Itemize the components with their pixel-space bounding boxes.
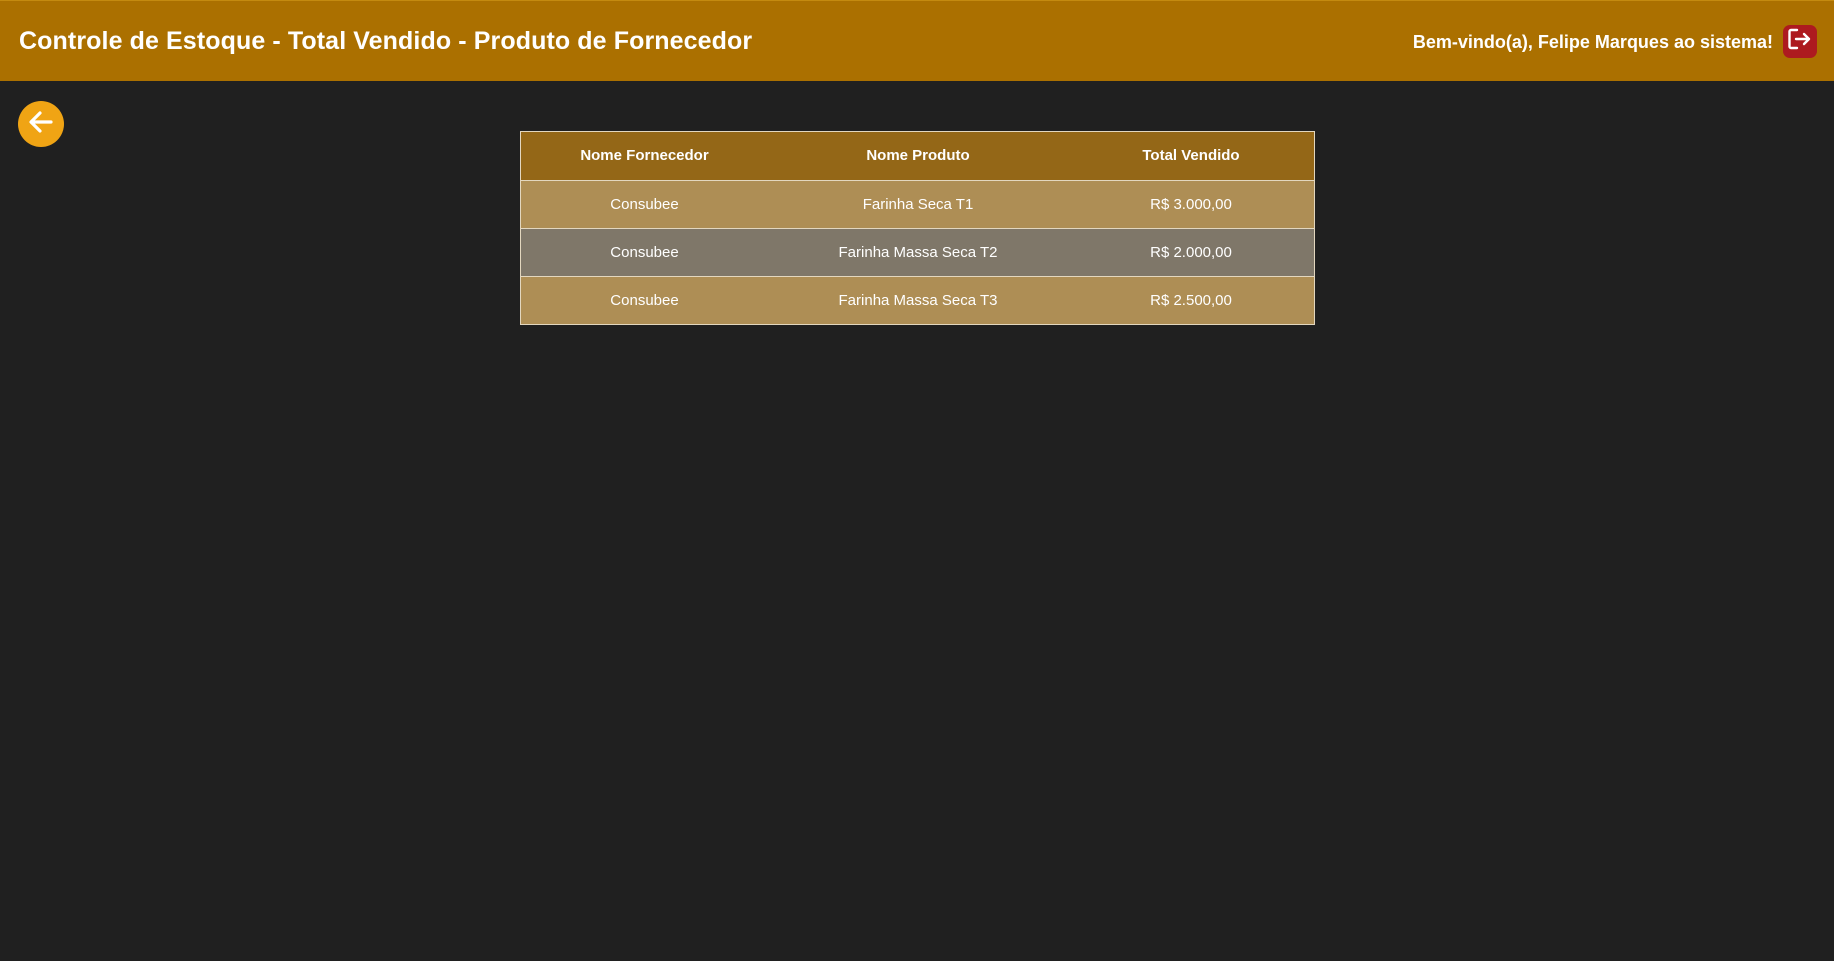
cell-total-sold: R$ 2.000,00 <box>1068 227 1314 276</box>
cell-supplier: Consubee <box>521 227 768 276</box>
welcome-message: Bem-vindo(a), Felipe Marques ao sistema! <box>1412 32 1773 52</box>
app-window: Controle de Estoque - Total Vendido - Pr… <box>0 0 1834 961</box>
table-row: Consubee Farinha Seca T1 R$ 3.000,00 <box>521 179 1314 228</box>
arrow-left-icon <box>24 105 58 144</box>
sales-table: Nome Fornecedor Nome Produto Total Vendi… <box>520 131 1315 325</box>
table-header-row: Nome Fornecedor Nome Produto Total Vendi… <box>521 132 1314 181</box>
table-row: Consubee Farinha Massa Seca T2 R$ 2.000,… <box>521 227 1314 276</box>
column-header-product: Nome Produto <box>768 132 1068 181</box>
cell-total-sold: R$ 3.000,00 <box>1068 179 1314 228</box>
cell-total-sold: R$ 2.500,00 <box>1068 275 1314 324</box>
page-title: Controle de Estoque - Total Vendido - Pr… <box>19 27 753 55</box>
column-header-supplier: Nome Fornecedor <box>521 132 768 181</box>
top-bar: Controle de Estoque - Total Vendido - Pr… <box>0 0 1834 81</box>
column-header-total-sold: Total Vendido <box>1068 132 1314 181</box>
cell-supplier: Consubee <box>521 275 768 324</box>
logout-button[interactable] <box>1783 25 1817 58</box>
cell-supplier: Consubee <box>521 179 768 228</box>
cell-product: Farinha Massa Seca T3 <box>768 275 1068 324</box>
table-row: Consubee Farinha Massa Seca T3 R$ 2.500,… <box>521 275 1314 324</box>
logout-icon <box>1787 27 1813 56</box>
back-button[interactable] <box>18 101 64 147</box>
cell-product: Farinha Massa Seca T2 <box>768 227 1068 276</box>
cell-product: Farinha Seca T1 <box>768 179 1068 228</box>
